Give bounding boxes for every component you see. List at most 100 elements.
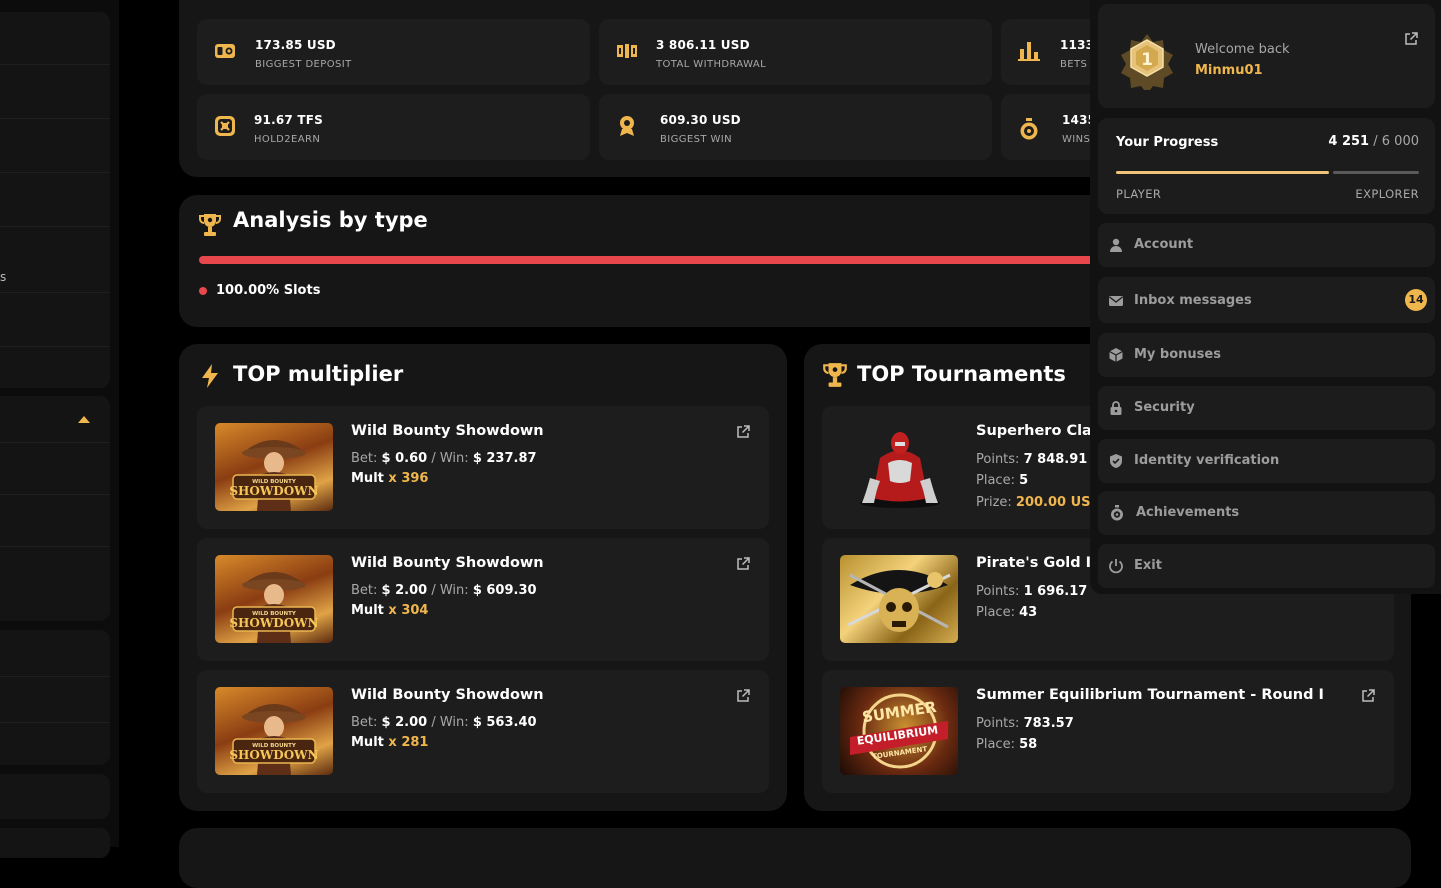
menu-item-label: Identity verification [1134,453,1280,468]
legend-label: Slots [283,283,321,298]
username[interactable]: Minmu01 [1195,63,1263,78]
level-next: EXPLORER [1355,187,1419,201]
top-tournaments-title: TOP Tournaments [857,362,1066,386]
level-badge-icon: 1 [1121,34,1173,90]
wallet-icon [215,44,235,58]
external-link-icon[interactable] [1404,32,1418,46]
menu-item-label: My bonuses [1134,347,1221,362]
trophy-icon [199,214,221,236]
progress-count: 4 251 / 6 000 [1328,134,1419,149]
tournament-thumbnail [840,423,958,511]
tournament-points: Points: 7 848.91 [976,452,1088,467]
level-badge-number: 1 [1141,50,1153,70]
multiplier-card[interactable]: WILD BOUNTY SHOWDOWN Wild Bounty Showdown B… [197,670,769,793]
thumb-text: SHOWDOWN [229,484,318,498]
tournament-name[interactable]: Superhero Cla [976,423,1090,439]
game-name[interactable]: Wild Bounty Showdown [351,555,544,571]
menu-item-exit[interactable]: Exit [1098,544,1435,588]
stat-value: 91.67 TFS [254,113,323,127]
menu-item-security[interactable]: Security [1098,386,1435,430]
stat-value: 3 806.11 USD [656,38,750,52]
stopwatch-icon [1020,118,1038,140]
legend-item: 100.00% Slots [216,283,320,298]
tournament-points: Points: 783.57 [976,716,1074,731]
legend-dot [199,287,207,295]
bet-win-line: Bet: $ 0.60 / Win: $ 237.87 [351,451,537,466]
progress-fill [1116,171,1329,174]
withdraw-icon [617,44,637,58]
menu-item-identity-verification[interactable]: Identity verification [1098,439,1435,483]
lightning-icon [202,364,218,388]
multiplier-card[interactable]: WILD BOUNTY SHOWDOWN Wild Bounty Showdown B… [197,538,769,661]
stat-label: WINS [1062,134,1091,145]
power-icon [1109,559,1123,574]
menu-item-label: Exit [1134,558,1162,573]
progress-bar [1116,171,1419,174]
tournament-name[interactable]: Pirate's Gold I [976,555,1090,571]
mail-icon [1109,296,1123,306]
game-thumbnail: WILD BOUNTY SHOWDOWN [215,687,333,775]
chevron-up-icon[interactable] [78,416,90,423]
multiplier-line: Mult x 281 [351,735,429,750]
token-icon [215,116,235,136]
menu-item-label: Inbox messages [1134,293,1252,308]
shield-check-icon [1110,454,1122,468]
external-link-icon[interactable] [736,557,750,571]
stat-hold2earn: 91.67 TFS HOLD2EARN [197,94,590,160]
stat-label: TOTAL WITHDRAWAL [656,59,767,70]
user-menu: 1 Welcome back Minmu01 Your Progress 4 2… [1090,0,1441,594]
thumb-text: SHOWDOWN [229,616,318,630]
multiplier-line: Mult x 396 [351,471,429,486]
menu-item-achievements[interactable]: Achievements [1098,491,1435,535]
user-welcome-card: 1 Welcome back Minmu01 [1098,4,1435,108]
tournament-prize: Prize: 200.00 USI [976,495,1090,510]
stat-biggest-deposit: 173.85 USD BIGGEST DEPOSIT [197,19,590,85]
tournament-card[interactable]: SUMMER EQUILIBRIUM TOURNAMENT Summer Equ… [822,670,1394,793]
trophy-icon [823,363,847,387]
top-multiplier-title: TOP multiplier [233,362,404,386]
stat-value: 609.30 USD [660,113,741,127]
external-link-icon[interactable] [736,689,750,703]
level-current: PLAYER [1116,187,1162,201]
sidebar-item-label[interactable]: s [0,270,6,284]
bet-win-line: Bet: $ 2.00 / Win: $ 563.40 [351,715,537,730]
game-thumbnail: WILD BOUNTY SHOWDOWN [215,555,333,643]
multiplier-card[interactable]: WILD BOUNTY SHOWDOWN Wild Bounty Showdown B… [197,406,769,529]
bottom-panel [179,828,1411,888]
game-name[interactable]: Wild Bounty Showdown [351,687,544,703]
stat-label: BETS [1060,59,1088,70]
menu-item-label: Account [1134,237,1194,252]
stat-label: HOLD2EARN [254,134,321,145]
stat-label: BIGGEST WIN [660,134,732,145]
sidebar-expanded-section[interactable] [0,396,110,621]
progress-title: Your Progress [1116,135,1219,150]
sidebar-section[interactable] [0,828,110,858]
sidebar-section [0,630,110,765]
sidebar-section: s [0,12,110,388]
legend-value: 100.00% [216,283,280,298]
cube-icon [1109,348,1123,362]
tournament-name[interactable]: Summer Equilibrium Tournament - Round I [976,687,1324,703]
game-name[interactable]: Wild Bounty Showdown [351,423,544,439]
inbox-count-badge: 14 [1405,289,1427,311]
stat-biggest-win: 609.30 USD BIGGEST WIN [599,94,992,160]
tournament-points: Points: 1 696.17 [976,584,1088,599]
thumb-text: SHOWDOWN [229,748,318,762]
sidebar-section[interactable] [0,774,110,819]
bet-win-line: Bet: $ 2.00 / Win: $ 609.30 [351,583,537,598]
medal-icon [1111,505,1123,521]
medal-icon [620,116,634,136]
welcome-text: Welcome back [1195,42,1290,57]
menu-item-label: Security [1134,400,1195,415]
tournament-info: Pirate's Gold I Points: 1 696.17 Place: … [976,555,1090,625]
menu-item-bonuses[interactable]: My bonuses [1098,333,1435,377]
menu-item-account[interactable]: Account [1098,223,1435,267]
progress-card: Your Progress 4 251 / 6 000 PLAYER EXPLO… [1098,118,1435,214]
progress-remaining [1332,171,1419,174]
external-link-icon[interactable] [736,425,750,439]
stat-total-withdrawal: 3 806.11 USD TOTAL WITHDRAWAL [599,19,992,85]
external-link-icon[interactable] [1361,689,1375,703]
menu-item-inbox[interactable]: Inbox messages 14 [1098,277,1435,323]
tournament-place: Place: 43 [976,605,1038,620]
stat-value: 173.85 USD [255,38,336,52]
